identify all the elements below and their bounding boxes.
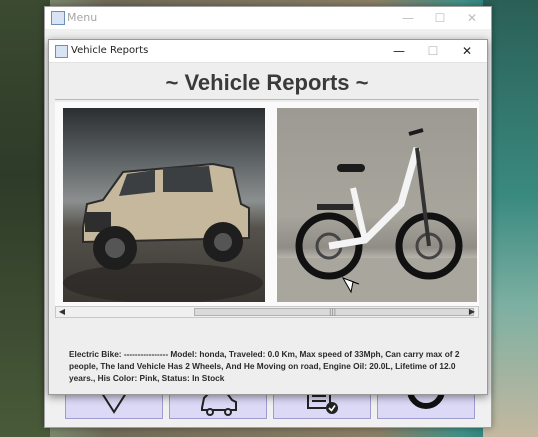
jeep-image: [63, 108, 265, 303]
header-divider: [55, 99, 479, 100]
electric-bike-image: [277, 108, 477, 302]
scroll-left-arrow[interactable]: ◀: [56, 307, 68, 317]
reports-title-bar[interactable]: Vehicle Reports — ☐ ✕: [49, 40, 487, 63]
jeep-photo: [63, 162, 263, 303]
minimize-button[interactable]: —: [393, 9, 423, 27]
maximize-button[interactable]: ☐: [425, 9, 455, 27]
menu-title-bar[interactable]: Menu — ☐ ✕: [45, 7, 491, 29]
electric-bike-photo: [277, 128, 477, 302]
java-app-icon: [51, 11, 65, 25]
reports-window-title: Vehicle Reports: [71, 45, 149, 56]
vehicle-description: Electric Bike: ---------------- Model: h…: [69, 349, 460, 383]
page-title: ~ Vehicle Reports ~: [165, 70, 369, 95]
scrollbar-thumb[interactable]: |||: [194, 308, 474, 316]
desktop-background-left: [0, 0, 50, 437]
maximize-button[interactable]: ☐: [417, 41, 449, 61]
menu-window-title: Menu: [67, 11, 98, 24]
scrollbar-grip: |||: [329, 308, 337, 316]
scroll-right-arrow[interactable]: ▶: [466, 307, 478, 317]
java-app-icon: [55, 45, 68, 58]
horizontal-scrollbar[interactable]: ◀ ||| ▶: [55, 306, 479, 318]
minimize-button[interactable]: —: [383, 41, 415, 61]
close-button[interactable]: ✕: [457, 9, 487, 27]
vehicle-image-panel: [55, 102, 479, 306]
vehicle-reports-window: Vehicle Reports — ☐ ✕ ~ Vehicle Reports …: [48, 39, 488, 395]
close-button[interactable]: ✕: [451, 41, 483, 61]
